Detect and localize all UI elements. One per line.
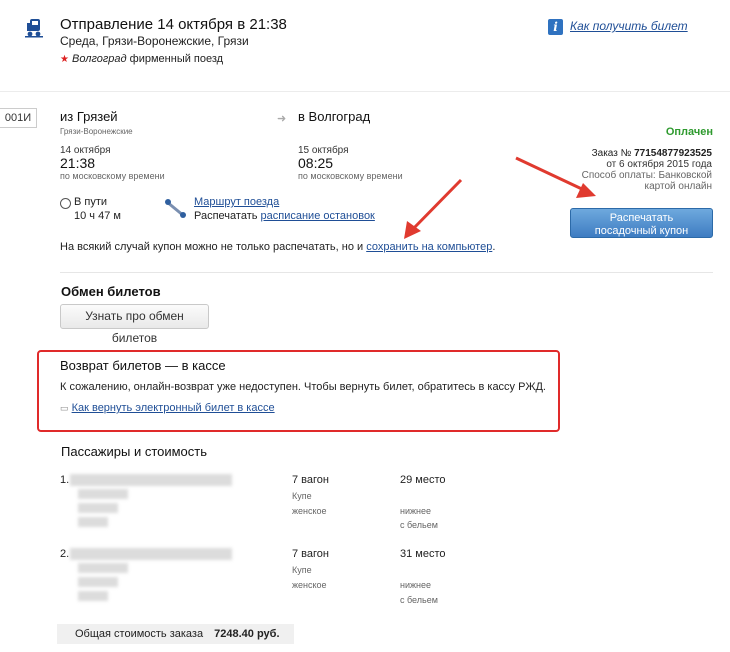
stops-schedule-link[interactable]: расписание остановок [261, 210, 375, 222]
passenger-doc-redacted [78, 563, 128, 573]
route-link[interactable]: Маршрут поезда [194, 196, 279, 208]
train-number-badge: 001И [0, 108, 37, 128]
passenger-name-redacted [70, 548, 232, 560]
trip-duration: 10 ч 47 м [74, 210, 121, 222]
total-label: Общая стоимость заказа [75, 628, 204, 640]
refund-howto-link[interactable]: Как вернуть электронный билет в кассе [72, 402, 275, 414]
from-station: Грязи-Воронежские [60, 127, 133, 136]
in-way-label: В пути [74, 196, 108, 208]
train-name: Волгоград [72, 53, 127, 65]
annotation-arrow-save [404, 178, 463, 239]
passenger-number: 2. [60, 548, 70, 560]
page-title: Отправление 14 октября в 21:38 [60, 16, 287, 33]
annotation-arrow-print [515, 156, 596, 198]
order-number: 77154877923525 [634, 148, 712, 159]
linen-info: с бельем [400, 595, 438, 605]
compartment-gender: женское [292, 580, 327, 590]
arrival-timezone: по московскому времени [298, 171, 403, 181]
print-schedule-line: Распечатать расписание остановок [194, 210, 375, 222]
coupon-dot: . [492, 241, 496, 253]
seat-number: 31 место [400, 548, 446, 560]
order-number-line: Заказ № 77154877923525 [592, 148, 712, 159]
passenger-doc-redacted [78, 577, 118, 587]
berth-type: нижнее [400, 506, 431, 516]
compartment-gender: женское [292, 506, 327, 516]
passengers-title: Пассажиры и стоимость [61, 444, 208, 459]
train-name-line: ★ Волгоград фирменный поезд [60, 53, 223, 65]
car-number: 7 вагон [292, 548, 329, 560]
info-icon[interactable]: i [548, 19, 563, 35]
order-date: от 6 октября 2015 года [606, 159, 712, 170]
star-icon: ★ [60, 54, 69, 65]
passenger-doc-redacted [78, 503, 118, 513]
exchange-title: Обмен билетов [61, 284, 161, 299]
total-bar: Общая стоимость заказа 7248.40 руб. [57, 624, 294, 644]
passenger-doc-redacted [78, 517, 108, 527]
berth-type: нижнее [400, 580, 431, 590]
seat-number: 29 место [400, 474, 446, 486]
passenger-name-redacted [70, 474, 232, 486]
train-type: фирменный поезд [129, 53, 224, 65]
passenger-number: 1. [60, 474, 70, 486]
departure-time: 21:38 [60, 155, 96, 171]
car-type: Купе [292, 565, 312, 575]
how-to-get-ticket-link[interactable]: Как получить билет [570, 19, 688, 33]
arrival-time: 08:25 [298, 155, 334, 171]
refund-text: К сожалению, онлайн-возврат уже недоступ… [60, 381, 546, 393]
print-prefix: Распечатать [194, 210, 258, 222]
linen-info: с бельем [400, 520, 438, 530]
ticket-icon: ▭ [60, 403, 69, 413]
print-button-line1: Распечатать [609, 212, 674, 224]
total-value: 7248.40 руб. [214, 628, 280, 640]
refund-title: Возврат билетов — в кассе [60, 358, 226, 373]
departure-timezone: по московскому времени [60, 171, 165, 181]
coupon-text: На всякий случай купон можно не только р… [60, 241, 364, 253]
passenger-doc-redacted [78, 591, 108, 601]
payment-method-2: картой онлайн [644, 181, 712, 192]
clock-icon [60, 198, 71, 209]
route-subtitle: Среда, Грязи-Воронежские, Грязи [60, 34, 249, 48]
payment-method-1: Способ оплаты: Банковской [581, 170, 712, 181]
exchange-info-button[interactable]: Узнать про обмен билетов [60, 304, 209, 345]
from-city: из Грязей [60, 109, 118, 124]
train-icon [24, 17, 44, 39]
direction-arrow-icon: ➜ [277, 113, 287, 125]
passenger-doc-redacted [78, 489, 128, 499]
refund-link-wrap: ▭ Как вернуть электронный билет в кассе [60, 402, 275, 414]
to-city: в Волгоград [298, 109, 371, 124]
car-number: 7 вагон [292, 474, 329, 486]
print-button-line2: посадочный купон [594, 225, 689, 237]
print-boarding-coupon-button[interactable]: Распечатать посадочный купон [570, 208, 713, 238]
route-map-icon [164, 198, 188, 220]
car-type: Купе [292, 491, 312, 501]
status-paid: Оплачен [665, 126, 713, 138]
